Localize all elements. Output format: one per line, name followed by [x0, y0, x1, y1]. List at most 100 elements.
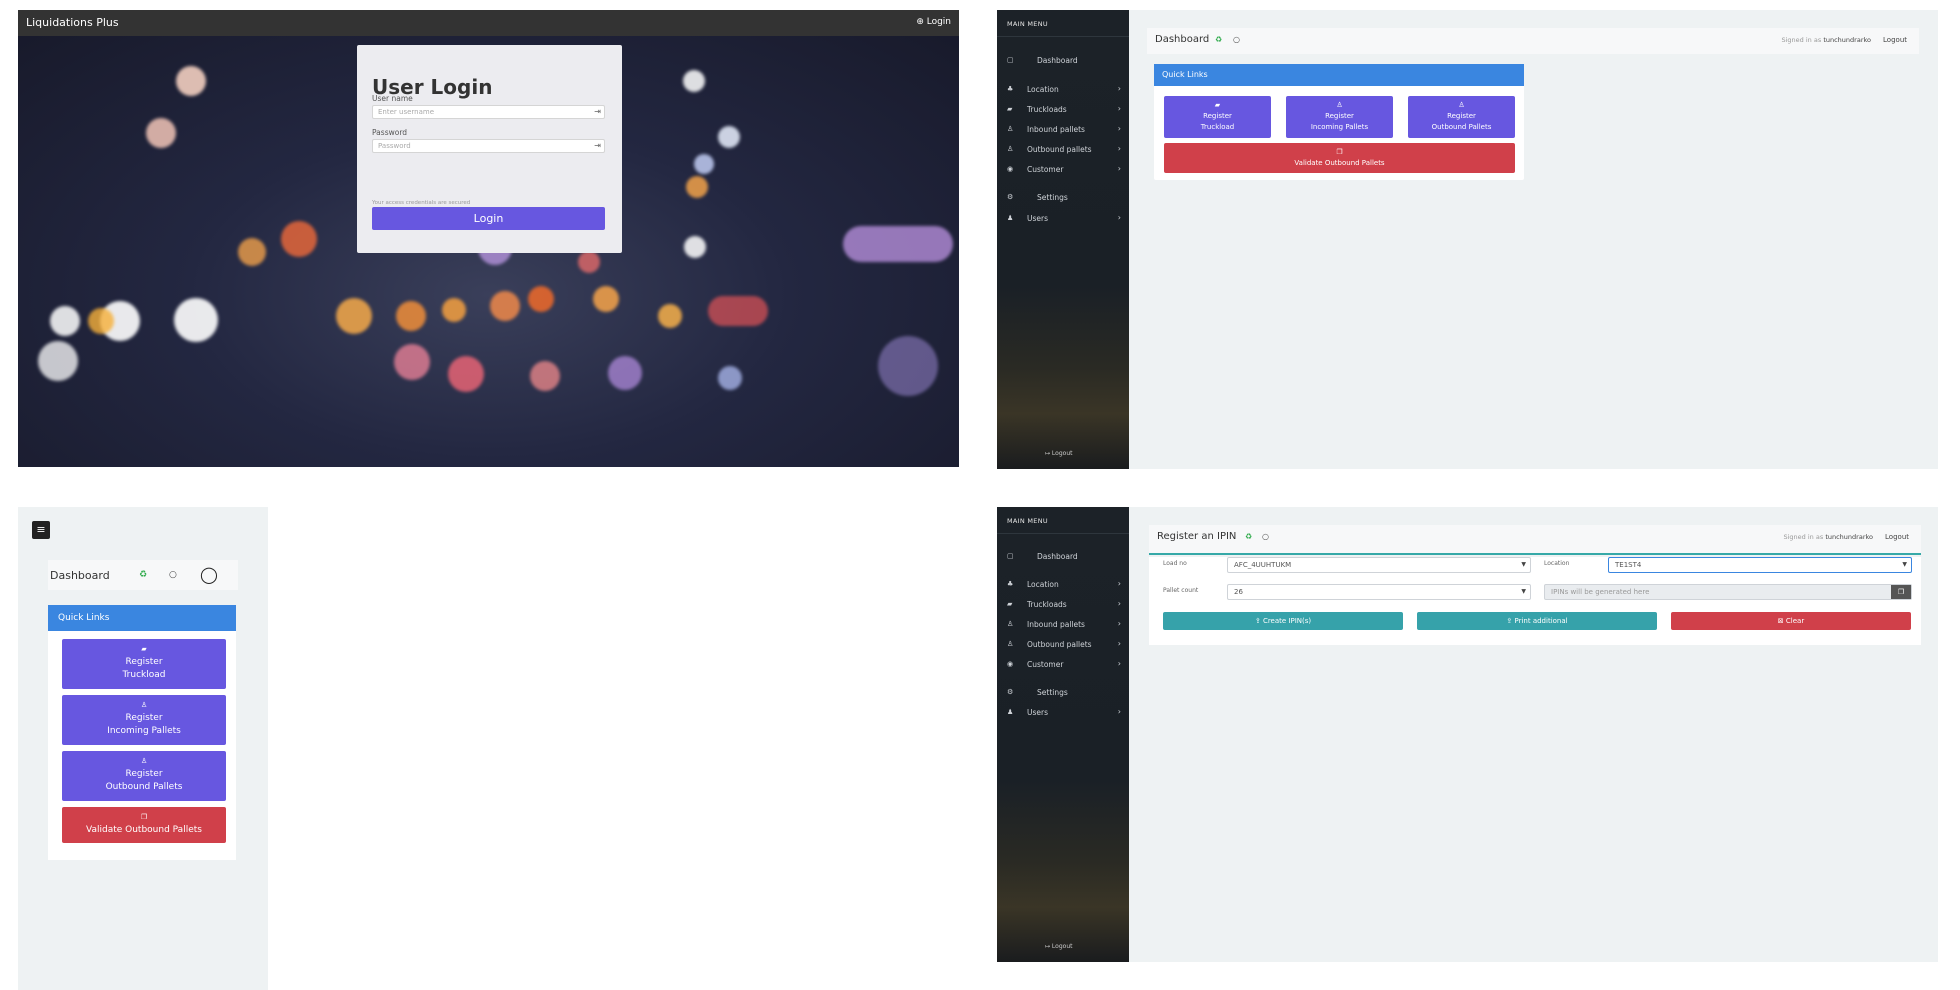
signed-in-status: Signed in as tunchundrarko	[1784, 533, 1874, 541]
circle-icon[interactable]: ○	[169, 570, 177, 580]
button-label-line: Register	[1203, 112, 1232, 120]
chevron-right-icon: ›	[1117, 213, 1121, 222]
ipin-output-field[interactable]: IPINs will be generated here ❐	[1544, 584, 1912, 600]
sidebar-item-location[interactable]: ♣ Location ›	[1007, 84, 1121, 98]
page-header: Dashboard ♻ ○ Signed in as tunchundrarko…	[1147, 28, 1919, 54]
pallet-count-value: 26	[1234, 588, 1243, 596]
register-truckload-button[interactable]: ▰ Register Truckload	[62, 639, 226, 689]
copy-icon[interactable]: ❐	[1891, 585, 1911, 599]
sidebar-logout-link[interactable]: ↦ Logout	[1045, 943, 1072, 950]
sidebar-item-outbound-pallets[interactable]: ♙ Outbound pallets ›	[1007, 144, 1121, 158]
caret-down-icon: ▼	[1521, 561, 1526, 568]
circle-icon[interactable]: ○	[1262, 532, 1269, 541]
chevron-right-icon: ›	[1117, 104, 1121, 113]
top-navbar: Liquidations Plus ⊕ Login	[18, 10, 959, 36]
print-additional-button[interactable]: ⇪ Print additional	[1417, 612, 1657, 630]
gear-icon: ⚙	[1007, 688, 1014, 696]
button-label-line: Register	[125, 713, 163, 723]
register-incoming-pallets-button[interactable]: ♙ Register Incoming Pallets	[1286, 96, 1393, 138]
validate-outbound-pallets-button[interactable]: ❐ Validate Outbound Pallets	[62, 807, 226, 843]
chevron-right-icon: ›	[1117, 707, 1121, 716]
user-icon: ♟	[1007, 214, 1014, 222]
register-incoming-pallets-button[interactable]: ♙ Register Incoming Pallets	[62, 695, 226, 745]
recycle-icon[interactable]: ♻	[1215, 35, 1222, 44]
location-value: TE1ST4	[1615, 561, 1642, 569]
sidebar-item-truckloads[interactable]: ▰ Truckloads ›	[1007, 599, 1121, 613]
sidebar-logout-link[interactable]: ↦ Logout	[1045, 450, 1072, 457]
register-outbound-pallets-button[interactable]: ♙ Register Outbound Pallets	[62, 751, 226, 801]
sidebar-item-outbound-pallets[interactable]: ♙ Outbound pallets ›	[1007, 639, 1121, 653]
sidebar-item-label: Outbound pallets	[1027, 145, 1092, 154]
create-ipins-button[interactable]: ⇪ Create IPIN(s)	[1163, 612, 1403, 630]
button-label-line: Outbound Pallets	[1431, 123, 1492, 131]
truck-icon: ▰	[1007, 600, 1013, 608]
sidebar-item-label: Dashboard	[1037, 56, 1078, 65]
sidebar-divider	[997, 36, 1129, 37]
chevron-right-icon: ›	[1117, 639, 1121, 648]
pallet-icon: ♙	[1007, 145, 1014, 153]
load-no-value: AFC_4UUHTUKM	[1234, 561, 1292, 569]
signed-in-prefix: Signed in as	[1781, 36, 1822, 44]
user-icon: ♟	[1007, 708, 1014, 716]
clear-button[interactable]: ⊠ Clear	[1671, 612, 1911, 630]
button-label-line: Register	[1325, 112, 1354, 120]
hamburger-menu-button[interactable]: ≡	[32, 521, 50, 539]
customer-icon: ◉	[1007, 165, 1014, 173]
sidebar-item-label: Location	[1027, 85, 1059, 94]
header-logout-link[interactable]: Logout	[1885, 533, 1909, 541]
sidebar-item-label: Users	[1027, 708, 1049, 717]
username-label: User name	[372, 94, 413, 103]
sidebar-item-label: Location	[1027, 580, 1059, 589]
dashboard-mobile-screen: ≡ Dashboard ♻ ○ ◯ Quick Links ▰ Register…	[18, 507, 268, 990]
circle-icon[interactable]: ○	[1233, 35, 1240, 44]
main-menu-heading: MAIN MENU	[1007, 20, 1048, 28]
sidebar-item-label: Truckloads	[1027, 105, 1067, 114]
sidebar-item-inbound-pallets[interactable]: ♙ Inbound pallets ›	[1007, 124, 1121, 138]
username-input[interactable]: Enter username ⇥	[372, 105, 605, 119]
sidebar-item-users[interactable]: ♟ Users ›	[1007, 213, 1121, 227]
enter-icon: ⇥	[594, 141, 601, 150]
password-input[interactable]: Password ⇥	[372, 139, 605, 153]
sidebar-item-inbound-pallets[interactable]: ♙ Inbound pallets ›	[1007, 619, 1121, 633]
chevron-right-icon: ›	[1117, 659, 1121, 668]
register-truckload-button[interactable]: ▰ Register Truckload	[1164, 96, 1271, 138]
customer-icon: ◉	[1007, 660, 1014, 668]
sidebar-item-customer[interactable]: ◉ Customer ›	[1007, 164, 1121, 178]
sidebar-item-customer[interactable]: ◉ Customer ›	[1007, 659, 1121, 673]
pallet-count-select[interactable]: 26 ▼	[1227, 584, 1531, 600]
sidebar-item-dashboard[interactable]: ▢ Dashboard	[1007, 55, 1121, 69]
register-outbound-pallets-button[interactable]: ♙ Register Outbound Pallets	[1408, 96, 1515, 138]
validate-outbound-pallets-button[interactable]: ❐ Validate Outbound Pallets	[1164, 143, 1515, 173]
location-icon: ♣	[1007, 580, 1014, 588]
main-menu-heading: MAIN MENU	[1007, 517, 1048, 525]
recycle-icon[interactable]: ♻	[1245, 532, 1252, 541]
chevron-right-icon: ›	[1117, 124, 1121, 133]
location-select[interactable]: TE1ST4 ▼	[1608, 557, 1912, 573]
load-no-select[interactable]: AFC_4UUHTUKM ▼	[1227, 557, 1531, 573]
chevron-right-icon: ›	[1117, 619, 1121, 628]
sidebar-item-users[interactable]: ♟ Users ›	[1007, 707, 1121, 721]
navbar-login-link[interactable]: ⊕ Login	[916, 17, 951, 27]
location-label: Location	[1544, 560, 1570, 567]
sidebar-item-dashboard[interactable]: ▢ Dashboard	[1007, 551, 1121, 565]
ipin-form: Load no AFC_4UUHTUKM ▼ Location TE1ST4 ▼…	[1149, 557, 1921, 645]
sidebar-item-settings[interactable]: ⚙ Settings	[1007, 192, 1121, 206]
chevron-right-icon: ›	[1117, 84, 1121, 93]
gear-icon: ⚙	[1007, 193, 1014, 201]
login-button[interactable]: Login	[372, 207, 605, 230]
sidebar-divider	[997, 533, 1129, 534]
brand-name[interactable]: Liquidations Plus	[26, 16, 119, 29]
register-ipin-screen: MAIN MENU ▢ Dashboard ♣ Location › ▰ Trucklo…	[997, 507, 1938, 962]
header-logout-link[interactable]: Logout	[1883, 36, 1907, 44]
recycle-icon[interactable]: ♻	[139, 570, 147, 580]
dashboard-desktop-screen: MAIN MENU ▢ Dashboard ♣ Location › ▰ Trucklo…	[997, 10, 1938, 469]
sidebar-item-label: Settings	[1037, 688, 1068, 697]
user-avatar-icon[interactable]: ◯	[200, 565, 218, 584]
button-label-line: Outbound Pallets	[105, 782, 183, 792]
sidebar-item-location[interactable]: ♣ Location ›	[1007, 579, 1121, 593]
sidebar-item-truckloads[interactable]: ▰ Truckloads ›	[1007, 104, 1121, 118]
username-placeholder: Enter username	[378, 108, 435, 116]
sidebar: MAIN MENU ▢ Dashboard ♣ Location › ▰ Trucklo…	[997, 507, 1129, 962]
load-no-label: Load no	[1163, 560, 1187, 567]
sidebar-item-settings[interactable]: ⚙ Settings	[1007, 687, 1121, 701]
